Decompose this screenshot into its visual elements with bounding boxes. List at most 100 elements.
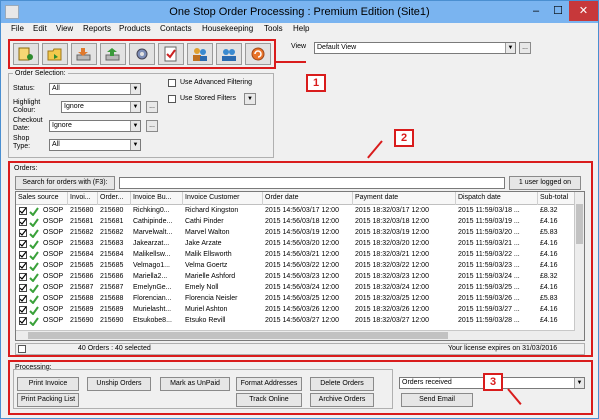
menu-tools[interactable]: Tools [264,24,283,33]
search-input[interactable] [119,177,505,189]
row-checkbox[interactable] [19,229,27,237]
checklist-button[interactable] [158,43,184,65]
row-checkbox[interactable] [19,207,27,215]
menu-products[interactable]: Products [119,24,151,33]
row-checkbox[interactable] [19,284,27,292]
table-cell: 2015 11:59/03/24 ... [458,273,520,280]
status-select[interactable]: All ▼ [49,83,141,95]
table-cell: Jakearzat... [133,240,170,247]
checkout-select[interactable]: Ignore ▼ [49,120,141,132]
menu-view[interactable]: View [56,24,73,33]
stored-filter-checkbox[interactable] [168,95,176,103]
highlight-more-button[interactable]: ... [146,101,158,113]
print-invoice-button[interactable]: Print Invoice [17,377,79,391]
col-invoice-customer[interactable]: Invoice Customer [183,192,263,205]
row-checkbox[interactable] [19,273,27,281]
archive-orders-button[interactable]: Archive Orders [310,393,374,407]
vertical-scrollbar[interactable] [574,192,584,340]
contacts-button[interactable] [216,43,242,65]
shop-type-select[interactable]: All ▼ [49,139,141,151]
table-cell: 215689 [70,306,94,313]
track-online-button[interactable]: Track Online [236,393,302,407]
format-addresses-button[interactable]: Format Addresses [236,377,302,391]
table-row[interactable]: OSOP 215687 215687 EmelynGe... Emely Noll 201… [16,283,576,294]
row-checkbox[interactable] [19,240,27,248]
menu-housekeeping[interactable]: Housekeeping [202,24,253,33]
table-cell: 215688 [70,295,94,302]
select-all-checkbox[interactable] [18,345,26,353]
send-email-button[interactable]: Send Email [401,393,473,407]
horizontal-scrollbar[interactable] [16,330,575,340]
row-checkbox[interactable] [19,218,27,226]
col-order[interactable]: Order... [98,192,131,205]
orders-table[interactable]: Sales source Invoi... Order... Invoice B… [15,191,585,341]
col-dispatch-date[interactable]: Dispatch date [456,192,538,205]
maximize-button[interactable]: ☐ [547,1,569,21]
row-checkbox[interactable] [19,306,27,314]
menu-help[interactable]: Help [293,24,309,33]
table-row[interactable]: OSOP 215686 215686 Mariella2... Marielle Ash… [16,272,576,283]
col-sales-source[interactable]: Sales source [16,192,68,205]
menu-file[interactable]: File [11,24,24,33]
table-cell: £4.16 [540,306,558,313]
search-orders-button[interactable]: Search for orders with (F3): [15,176,115,190]
table-cell: Velma Goertz [185,262,228,269]
table-row[interactable]: OSOP 215688 215688 Florencian... Florencia N… [16,294,576,305]
row-checkbox[interactable] [19,262,27,270]
print-packing-list-button[interactable]: Print Packing List [17,393,79,407]
users-button[interactable] [187,43,213,65]
view-label: View [291,43,307,50]
col-payment-date[interactable]: Payment date [353,192,456,205]
col-order-date[interactable]: Order date [263,192,353,205]
mark-unpaid-button[interactable]: Mark as UnPaid [160,377,230,391]
highlight-select[interactable]: Ignore ▼ [61,101,141,113]
table-row[interactable]: OSOP 215682 215682 Marvelwalt... Marvel Walt… [16,228,576,239]
close-button[interactable]: ✕ [569,1,598,21]
new-order-button[interactable] [13,43,39,65]
table-row[interactable]: OSOP 215690 215690 Etsukobe8... Etsuko Revil… [16,316,576,327]
table-row[interactable]: OSOP 215684 215684 Malikellsw... Malik Ellsw… [16,250,576,261]
vertical-scroll-thumb[interactable] [576,204,583,244]
row-checkbox[interactable] [19,295,27,303]
settings-button[interactable] [129,43,155,65]
menu-reports[interactable]: Reports [83,24,111,33]
row-checkbox[interactable] [19,251,27,259]
table-cell: Cathi Pinder [185,218,224,225]
refresh-button[interactable] [245,43,271,65]
table-cell: EmelynGe... [133,284,172,291]
table-row[interactable]: OSOP 215689 215689 Murielasht... Muriel Asht… [16,305,576,316]
view-select[interactable]: Default View ▼ [314,42,516,54]
table-cell: 2015 11:59/03/27 ... [458,306,520,313]
upload-button[interactable] [100,43,126,65]
col-invoice[interactable]: Invoi... [68,192,98,205]
delete-orders-button[interactable]: Delete Orders [310,377,374,391]
table-cell: 215684 [70,251,94,258]
view-more-button[interactable]: ... [519,42,531,54]
minimize-button[interactable]: – [525,1,547,21]
checkout-more-button[interactable]: ... [146,120,158,132]
table-row[interactable]: OSOP 215680 215680 Richking0... Richard King… [16,206,576,217]
advanced-filter-checkbox[interactable] [168,79,176,87]
col-sub-total[interactable]: Sub-total [538,192,576,205]
table-cell: 2015 18:32/03/21 12:00 [355,251,429,258]
table-cell: £4.16 [540,317,558,324]
open-button[interactable] [42,43,68,65]
menu-edit[interactable]: Edit [33,24,47,33]
horizontal-scroll-thumb[interactable] [28,332,448,339]
users-logged-on-button[interactable]: 1 user logged on [509,176,581,190]
table-row[interactable]: OSOP 215683 215683 Jakearzat... Jake Arzate 2… [16,239,576,250]
stored-filter-dropdown-button[interactable]: ▼ [244,93,256,105]
col-invoice-business[interactable]: Invoice Bu... [131,192,183,205]
table-cell: 2015 18:32/03/22 12:00 [355,262,429,269]
unship-orders-button[interactable]: Unship Orders [87,377,151,391]
table-cell: OSOP [43,229,64,236]
table-cell: Etsukobe8... [133,317,172,324]
orders-status-bar: 40 Orders : 40 selected Your license exp… [15,343,585,355]
table-row[interactable]: OSOP 215681 215681 Cathipinde... Cathi Pinde… [16,217,576,228]
download-button[interactable] [71,43,97,65]
table-cell: 215685 [100,262,124,269]
row-checkbox[interactable] [19,317,27,325]
menu-contacts[interactable]: Contacts [160,24,192,33]
table-row[interactable]: OSOP 215685 215685 Velmago1... Velma Goertz 2… [16,261,576,272]
table-cell: 2015 18:32/03/18 12:00 [355,218,429,225]
